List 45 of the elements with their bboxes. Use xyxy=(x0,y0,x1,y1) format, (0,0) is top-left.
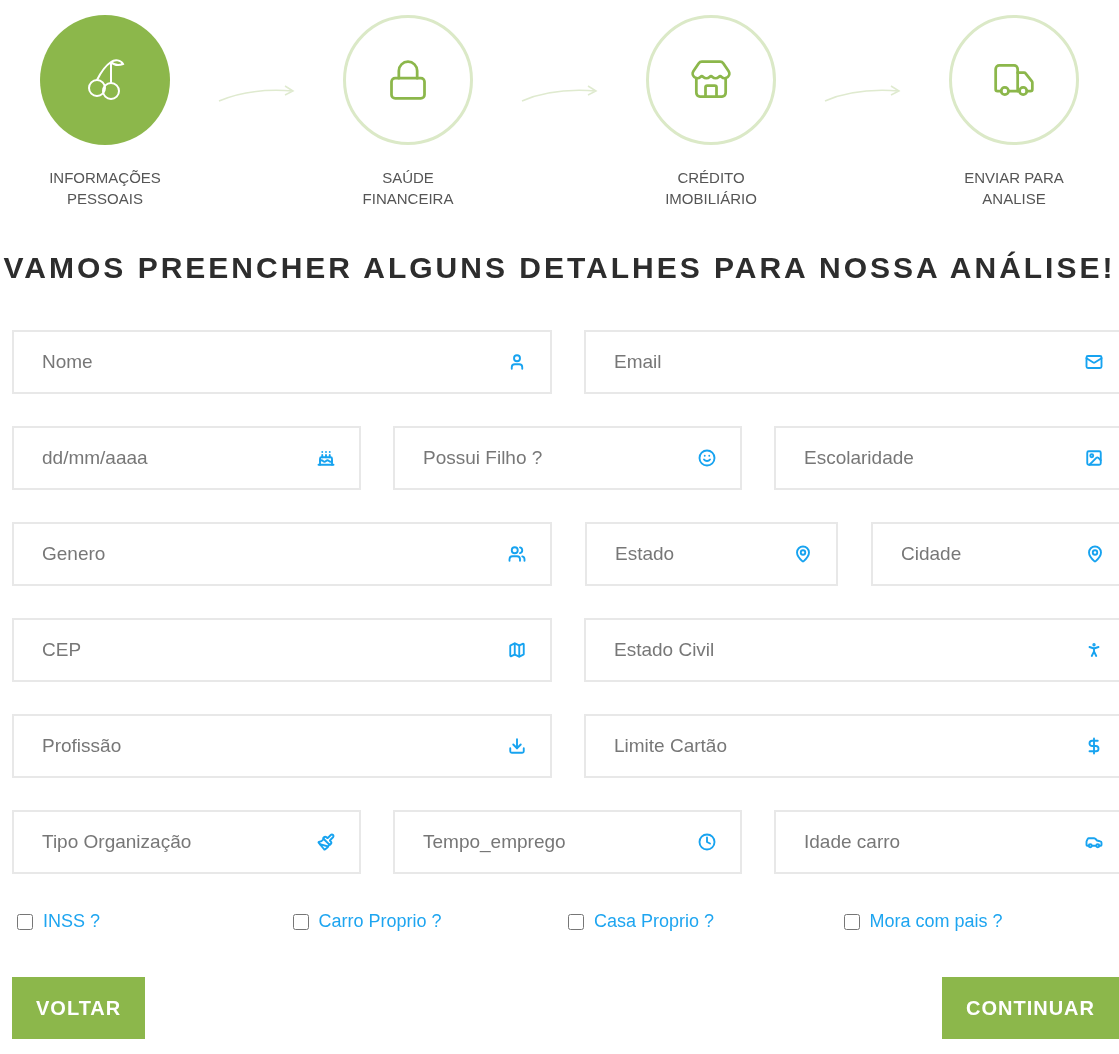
arrow-icon xyxy=(519,83,600,105)
input-field[interactable]: Profissão xyxy=(12,714,552,778)
step-label: CRÉDITO IMOBILIÁRIO xyxy=(664,168,758,209)
back-button[interactable]: VOLTAR xyxy=(12,977,146,1039)
input-field[interactable]: Genero xyxy=(12,522,552,586)
step-label: ENVIAR PARA ANALISE xyxy=(963,168,1065,209)
checkbox[interactable] xyxy=(292,913,309,930)
cake-icon xyxy=(317,449,335,467)
input-field[interactable]: Idade carro xyxy=(774,810,1119,874)
map-icon xyxy=(508,641,526,659)
brush-icon xyxy=(317,833,335,851)
input-field[interactable]: Nome xyxy=(12,330,552,394)
face-icon xyxy=(698,449,716,467)
arrow-icon xyxy=(822,83,903,105)
form-heading: VAMOS PREENCHER ALGUNS DETALHES PARA NOSSA ANÁLISE! xyxy=(2,250,1117,286)
checkbox-label[interactable]: Mora com pais ? xyxy=(869,908,1003,935)
checkbox[interactable] xyxy=(17,913,33,930)
map-pin-icon xyxy=(1086,545,1104,563)
checkbox-label[interactable]: Carro Proprio ? xyxy=(318,908,442,935)
input-field[interactable]: Tempo_emprego xyxy=(393,810,742,874)
arrow-icon xyxy=(216,83,297,105)
map-pin-icon xyxy=(794,545,812,563)
continue-button[interactable]: CONTINUAR xyxy=(942,977,1119,1039)
input-field[interactable]: CEP xyxy=(12,618,552,682)
mail-icon xyxy=(1085,353,1103,371)
user-icon xyxy=(508,353,526,371)
input-field[interactable]: Limite Cartão xyxy=(584,714,1119,778)
input-field[interactable]: Email xyxy=(584,330,1119,394)
checkbox-label[interactable]: Casa Proprio ? xyxy=(594,908,715,935)
input-field[interactable]: Cidade xyxy=(871,522,1119,586)
step-label: SAÚDE FINANCEIRA xyxy=(361,168,455,209)
download-icon xyxy=(508,737,526,755)
checkbox[interactable] xyxy=(843,913,860,930)
input-field[interactable]: Tipo Organização xyxy=(12,810,361,874)
input-field[interactable]: Escolaridade xyxy=(774,426,1119,490)
checkbox-label[interactable]: INSS ? xyxy=(43,908,101,935)
clock-icon xyxy=(698,833,716,851)
image-icon xyxy=(1085,449,1103,467)
input-field[interactable]: Estado Civil xyxy=(584,618,1119,682)
input-field[interactable]: Estado xyxy=(585,522,838,586)
checkbox[interactable] xyxy=(568,913,584,930)
step-label: INFORMAÇÕES PESSOAIS xyxy=(48,168,162,209)
input-field[interactable]: Possui Filho ? xyxy=(393,426,742,490)
input-field[interactable]: dd/mm/aaaa xyxy=(12,426,361,490)
people-icon xyxy=(508,545,526,563)
